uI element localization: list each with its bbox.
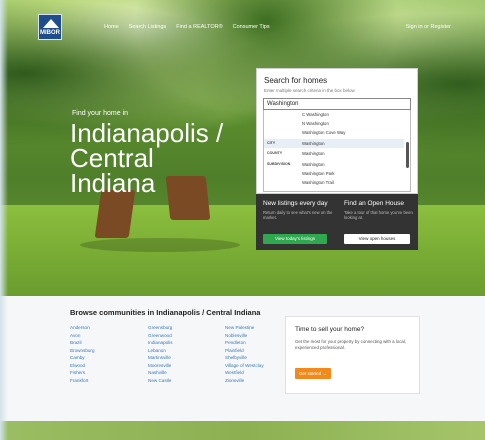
search-panel: Search for homes Enter multiple search c… xyxy=(256,68,418,194)
nav-find-realtor[interactable]: Find a REALTOR® xyxy=(176,24,222,30)
sell-card: Time to sell your home? Get the most for… xyxy=(285,316,420,394)
nav-consumer-tips[interactable]: Consumer Tips xyxy=(233,24,270,30)
sell-title: Time to sell your home? xyxy=(295,326,365,333)
logo-text: MIBOR xyxy=(40,30,60,36)
promo-right-title: Find an Open House xyxy=(344,200,404,207)
community-column-2: Greensburg Greenwood Indianapolis Lebano… xyxy=(148,324,173,384)
sell-desc: Get the most for your property by connec… xyxy=(295,339,407,350)
page: MIBOR Home Search Listings Find a REALTO… xyxy=(0,0,485,440)
lawn-shadow xyxy=(80,238,240,252)
browse-title: Browse communities in Indianapolis / Cen… xyxy=(70,308,261,317)
get-started-button[interactable]: Get started → xyxy=(295,368,331,379)
promo-new-listings: New listings every day Return daily to s… xyxy=(263,200,341,220)
promo-open-house: Find an Open House Take a tour of that h… xyxy=(344,200,422,220)
community-link[interactable]: Indianapolis xyxy=(148,339,173,347)
search-input[interactable]: Washington xyxy=(263,98,411,110)
nav-home[interactable]: Home xyxy=(104,24,119,30)
community-link[interactable]: New Castle xyxy=(148,377,173,385)
main-nav: Home Search Listings Find a REALTOR® Con… xyxy=(104,24,270,30)
mibor-logo[interactable]: MIBOR xyxy=(38,14,62,40)
suggestion-item[interactable]: Washington Park xyxy=(264,169,404,178)
suggestion-item[interactable]: N Washington xyxy=(264,119,404,128)
suggestion-item-subdivision[interactable]: SUBDIVISION Washington xyxy=(264,160,404,169)
community-link[interactable]: Greensburg xyxy=(148,324,173,332)
community-link[interactable]: Frankfort xyxy=(70,377,95,385)
suggestion-item[interactable]: Washington Trail xyxy=(264,178,404,187)
promo-right-desc: Take a tour of that home you've been loo… xyxy=(344,210,413,220)
nav-search-listings[interactable]: Search Listings xyxy=(129,24,167,30)
suggestion-scrollbar[interactable] xyxy=(406,142,409,168)
community-link[interactable]: Brazil xyxy=(70,339,95,347)
community-link[interactable]: Martinsville xyxy=(148,354,173,362)
left-edge-fade xyxy=(0,0,8,440)
community-column-3: New Palestine Noblesville Pendleton Plai… xyxy=(225,324,264,384)
suggestion-item-county[interactable]: COUNTY Washington xyxy=(264,149,404,158)
community-link[interactable]: Fishers xyxy=(70,369,95,377)
search-title: Search for homes xyxy=(264,76,328,85)
signin-link[interactable]: Sign in or Register xyxy=(406,24,451,30)
community-link[interactable]: New Palestine xyxy=(225,324,264,332)
promo-left-title: New listings every day xyxy=(263,200,328,207)
hero-city-line3: Indiana xyxy=(70,168,156,198)
browse-section: Browse communities in Indianapolis / Cen… xyxy=(0,296,485,440)
footer-image-strip xyxy=(0,421,485,440)
community-link[interactable]: Nashville xyxy=(148,369,173,377)
suggestion-item-city[interactable]: CITY Washington xyxy=(264,139,404,148)
community-link[interactable]: Shelbyville xyxy=(225,354,264,362)
community-column-1: Anderson Avon Brazil Brownsburg Camby El… xyxy=(70,324,95,384)
community-link[interactable]: Greenwood xyxy=(148,332,173,340)
hero-banner: MIBOR Home Search Listings Find a REALTO… xyxy=(0,0,485,296)
mountain-icon xyxy=(43,19,59,28)
view-open-houses-button[interactable]: View open houses xyxy=(344,234,410,244)
community-link[interactable]: Brownsburg xyxy=(70,347,95,355)
community-link[interactable]: Village of Westclay xyxy=(225,362,264,370)
hero-city-title: Indianapolis / Central Indiana xyxy=(70,120,270,198)
community-link[interactable]: Avon xyxy=(70,332,95,340)
suggestion-item[interactable]: Washington Cove Way xyxy=(264,128,404,137)
community-link[interactable]: Lebanon xyxy=(148,347,173,355)
community-link[interactable]: Zionsville xyxy=(225,377,264,385)
promo-panel: New listings every day Return daily to s… xyxy=(256,194,418,250)
community-link[interactable]: Noblesville xyxy=(225,332,264,340)
community-link[interactable]: Westfield xyxy=(225,369,264,377)
suggestion-item[interactable]: C Washington xyxy=(264,110,404,119)
community-link[interactable]: Camby xyxy=(70,354,95,362)
search-subtitle: Enter multiple search criteria in the bo… xyxy=(264,88,355,93)
view-todays-listings-button[interactable]: View today's listings xyxy=(263,234,327,244)
community-link[interactable]: Plainfield xyxy=(225,347,264,355)
hero-find-label: Find your home in xyxy=(72,110,129,117)
suggestion-list: C Washington N Washington Washington Cov… xyxy=(263,110,411,192)
community-link[interactable]: Mooresville xyxy=(148,362,173,370)
community-link[interactable]: Elwood xyxy=(70,362,95,370)
community-link[interactable]: Anderson xyxy=(70,324,95,332)
promo-left-desc: Return daily to see what's new on the ma… xyxy=(263,210,333,220)
community-link[interactable]: Pendleton xyxy=(225,339,264,347)
